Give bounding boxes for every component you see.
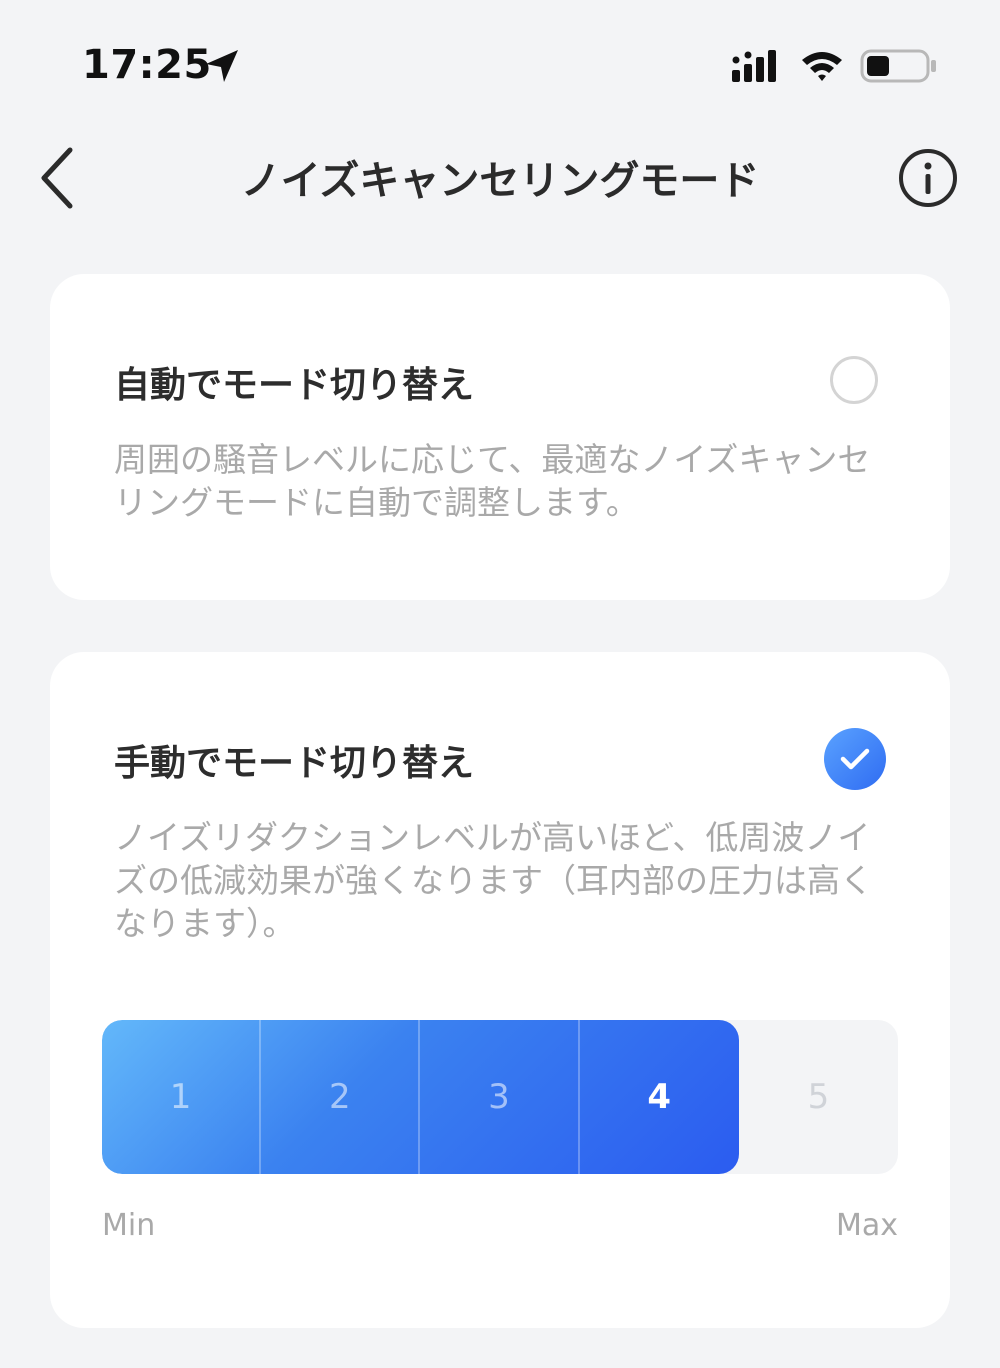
chevron-left-icon xyxy=(41,147,73,209)
status-time: 17:25 xyxy=(82,42,212,88)
auto-mode-card[interactable]: 自動でモード切り替え 周囲の騒音レベルに応じて、最適なノイズキャンセリングモード… xyxy=(50,274,950,600)
info-icon xyxy=(899,149,957,207)
manual-mode-card[interactable]: 手動でモード切り替え ノイズリダクションレベルが高いほど、低周波ノイズの低減効果… xyxy=(50,652,950,1328)
back-button[interactable] xyxy=(30,140,90,216)
manual-mode-description: ノイズリダクションレベルが高いほど、低周波ノイズの低減効果が強くなります（耳内部… xyxy=(114,818,873,943)
auto-mode-description: 周囲の騒音レベルに応じて、最適なノイズキャンセリングモードに自動で調整します。 xyxy=(114,440,871,522)
info-button[interactable] xyxy=(896,146,960,210)
noise-level-selector[interactable]: 12345 xyxy=(102,1020,898,1174)
manual-mode-radio[interactable] xyxy=(824,728,886,790)
level-option-2[interactable]: 2 xyxy=(261,1020,421,1174)
auto-mode-radio[interactable] xyxy=(830,356,878,404)
auto-mode-title: 自動でモード切り替え xyxy=(114,365,475,406)
manual-mode-title: 手動でモード切り替え xyxy=(114,743,475,784)
scale-max-label: Max xyxy=(835,1208,898,1243)
cellular-signal-icon xyxy=(732,50,776,82)
battery-icon xyxy=(860,49,936,83)
level-option-5[interactable]: 5 xyxy=(739,1020,898,1174)
page-title: ノイズキャンセリングモード xyxy=(240,158,760,204)
status-bar: 17:25 xyxy=(0,0,1000,120)
location-arrow-icon xyxy=(206,50,238,82)
level-option-3[interactable]: 3 xyxy=(420,1020,580,1174)
wifi-icon xyxy=(802,52,842,81)
level-option-4[interactable]: 4 xyxy=(580,1020,739,1174)
level-option-1[interactable]: 1 xyxy=(102,1020,262,1174)
checkmark-icon xyxy=(840,748,870,770)
scale-min-label: Min xyxy=(102,1208,156,1243)
